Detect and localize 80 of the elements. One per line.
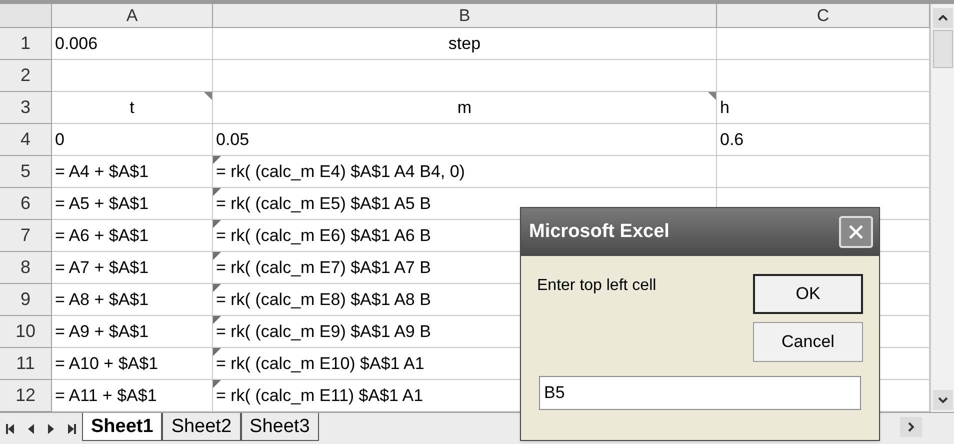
table-cell[interactable]: m xyxy=(213,92,717,124)
row-header[interactable]: 6 xyxy=(0,188,52,220)
next-sheet-icon[interactable] xyxy=(48,424,54,434)
table-cell[interactable]: = A6 + $A$1 xyxy=(52,220,213,252)
table-cell[interactable]: t xyxy=(52,92,213,124)
column-header[interactable]: B xyxy=(213,4,717,28)
cell-text: = rk( (calc_m E11) $A$1 A1 xyxy=(216,386,424,405)
cell-text: step xyxy=(448,34,481,53)
sheet-tab[interactable]: Sheet2 xyxy=(162,413,241,441)
table-cell[interactable]: 0.05 xyxy=(213,124,717,156)
table-cell[interactable]: 0 xyxy=(52,124,213,156)
cell-text: 0.05 xyxy=(216,130,250,149)
table-cell[interactable]: = A11 + $A$1 xyxy=(52,380,213,412)
table-cell[interactable]: = A8 + $A$1 xyxy=(52,284,213,316)
first-sheet-icon[interactable] xyxy=(6,424,14,434)
dialog-title: Microsoft Excel xyxy=(529,220,670,244)
table-cell[interactable]: = A9 + $A$1 xyxy=(52,316,213,348)
cell-text: = rk( (calc_m E5) $A$1 A5 B xyxy=(216,194,431,213)
row-header[interactable]: 2 xyxy=(0,60,52,92)
cell-text: = A11 + $A$1 xyxy=(55,386,157,405)
table-cell[interactable] xyxy=(717,28,930,60)
cell-text: = A6 + $A$1 xyxy=(55,226,149,245)
cell-text: m xyxy=(457,98,472,117)
table-cell[interactable] xyxy=(717,60,930,92)
row-header[interactable]: 4 xyxy=(0,124,52,156)
table-cell[interactable]: = A4 + $A$1 xyxy=(52,156,213,188)
cell-text: 0.6 xyxy=(720,130,744,149)
dialog-button[interactable]: Cancel xyxy=(753,322,863,362)
vertical-scrollbar[interactable] xyxy=(930,4,954,412)
table-cell[interactable]: h xyxy=(717,92,930,124)
row-header[interactable]: 3 xyxy=(0,92,52,124)
scroll-down-button[interactable] xyxy=(932,390,952,410)
sheet-tab[interactable]: Sheet1 xyxy=(82,413,162,441)
input-field[interactable]: B5 xyxy=(539,376,861,410)
cell-text: = A5 + $A$1 xyxy=(55,194,149,213)
scroll-up-button[interactable] xyxy=(932,8,952,28)
cell-text: = rk( (calc_m E4) $A$1 A4 B4, 0) xyxy=(216,162,465,181)
close-button[interactable] xyxy=(839,216,873,248)
row-header[interactable]: 5 xyxy=(0,156,52,188)
previous-sheet-icon[interactable] xyxy=(28,424,34,434)
cell-text: = A7 + $A$1 xyxy=(55,258,149,277)
sheet-tab[interactable]: Sheet3 xyxy=(240,413,319,441)
row-header[interactable]: 9 xyxy=(0,284,52,316)
table-cell[interactable]: 0.6 xyxy=(717,124,930,156)
scroll-thumb[interactable] xyxy=(932,30,952,68)
cell-text: = A10 + $A$1 xyxy=(55,354,158,373)
cell-text: = rk( (calc_m E7) $A$1 A7 B xyxy=(216,258,431,277)
row-header[interactable]: 10 xyxy=(0,316,52,348)
cell-text: = A4 + $A$1 xyxy=(55,162,149,181)
cell-text: 0.006 xyxy=(55,34,98,53)
row-header[interactable]: 11 xyxy=(0,348,52,380)
cell-text: = A9 + $A$1 xyxy=(55,322,149,341)
row-header[interactable]: 7 xyxy=(0,220,52,252)
table-cell[interactable]: = A7 + $A$1 xyxy=(52,252,213,284)
table-cell[interactable]: = A10 + $A$1 xyxy=(52,348,213,380)
table-cell[interactable]: = A5 + $A$1 xyxy=(52,188,213,220)
close-icon xyxy=(848,224,864,240)
table-cell[interactable] xyxy=(717,156,930,188)
cell-text: = rk( (calc_m E10) $A$1 A1 xyxy=(216,354,424,373)
scroll-right-button[interactable] xyxy=(900,417,922,437)
table-cell[interactable]: = rk( (calc_m E4) $A$1 A4 B4, 0) xyxy=(213,156,717,188)
cell-text: h xyxy=(720,98,730,117)
cell-text: t xyxy=(130,98,134,117)
row-header[interactable]: 1 xyxy=(0,28,52,60)
cell-text: = rk( (calc_m E8) $A$1 A8 B xyxy=(216,290,431,309)
cell-text: = A8 + $A$1 xyxy=(55,290,149,309)
corner-cell[interactable] xyxy=(0,4,52,28)
row-header[interactable]: 8 xyxy=(0,252,52,284)
dialog-button[interactable]: OK xyxy=(753,274,863,314)
column-header[interactable]: A xyxy=(52,4,213,28)
cell-text: = rk( (calc_m E6) $A$1 A6 B xyxy=(216,226,431,245)
table-cell[interactable] xyxy=(52,60,213,92)
row-header[interactable]: 12 xyxy=(0,380,52,412)
cell-text: = rk( (calc_m E9) $A$1 A9 B xyxy=(216,322,431,341)
table-cell[interactable]: 0.006 xyxy=(52,28,213,60)
table-cell[interactable]: step xyxy=(213,28,717,60)
last-sheet-icon[interactable] xyxy=(68,424,76,434)
column-header[interactable]: C xyxy=(717,4,930,28)
table-cell[interactable] xyxy=(213,60,717,92)
cell-text: 0 xyxy=(55,130,64,149)
